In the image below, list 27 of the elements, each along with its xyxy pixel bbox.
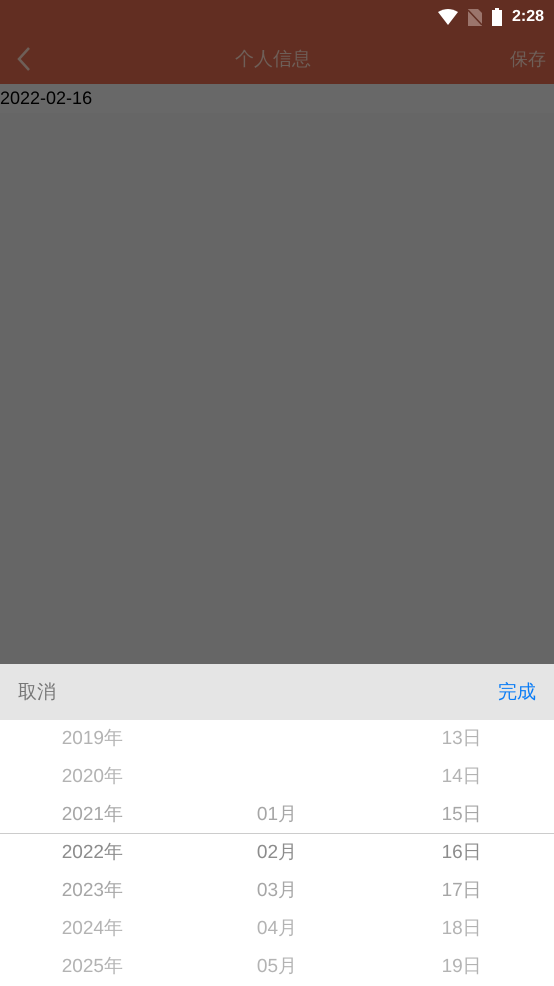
picker-option[interactable]: 01月 — [256, 796, 298, 834]
done-button[interactable]: 完成 — [498, 679, 536, 705]
cancel-button[interactable]: 取消 — [18, 679, 56, 705]
picker-option[interactable]: 16日 — [442, 834, 482, 872]
picker-option[interactable]: 19日 — [442, 948, 482, 986]
date-value: 2022-02-16 — [0, 88, 92, 109]
picker-option[interactable]: 04月 — [256, 910, 298, 948]
picker-option[interactable]: 02月 — [256, 834, 298, 872]
picker-option[interactable]: 05月 — [256, 948, 298, 986]
picker-option[interactable]: 15日 — [442, 796, 482, 834]
date-picker[interactable]: 2019年 2020年 2021年 2022年 2023年 2024年 2025年 01月 02月 03月 04月 05月 13日 14日 15日 16日 17日 18日 19日 — [0, 720, 554, 986]
picker-option[interactable]: 17日 — [442, 872, 482, 910]
picker-option[interactable]: 2023年 — [62, 872, 123, 910]
status-time: 2:28 — [512, 8, 544, 26]
picker-option[interactable]: 2022年 — [62, 834, 123, 872]
no-sim-icon — [468, 8, 482, 26]
picker-option[interactable]: 2020年 — [62, 758, 123, 796]
picker-option[interactable]: 13日 — [442, 720, 482, 758]
picker-option[interactable]: 2021年 — [62, 796, 123, 834]
wifi-icon — [438, 9, 458, 25]
picker-option[interactable]: 2025年 — [62, 948, 123, 986]
picker-option[interactable]: 14日 — [442, 758, 482, 796]
picker-option[interactable]: 03月 — [256, 872, 298, 910]
picker-option[interactable]: 18日 — [442, 910, 482, 948]
battery-icon — [492, 8, 502, 26]
picker-option[interactable]: 2024年 — [62, 910, 123, 948]
picker-option[interactable]: 2019年 — [62, 720, 123, 758]
